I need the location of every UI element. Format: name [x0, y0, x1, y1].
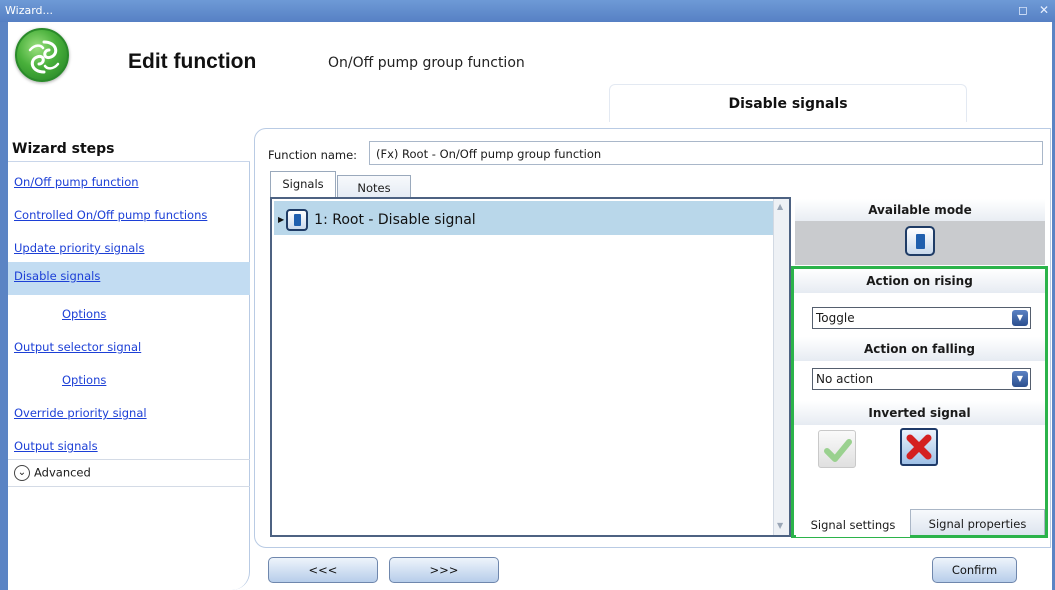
window-title: Wizard... — [5, 4, 54, 17]
step-disable-signals[interactable]: Disable signals — [8, 262, 250, 295]
dropdown-arrow-icon[interactable]: ▼ — [1012, 310, 1028, 326]
signals-list: ▶ 1: Root - Disable signal ▲ ▼ — [270, 197, 791, 537]
logo-icon — [15, 28, 69, 82]
tab-signal-settings[interactable]: Signal settings — [796, 511, 910, 537]
chevron-down-icon[interactable]: ⌄ — [14, 465, 30, 481]
step-output-selector-options[interactable]: Options — [8, 366, 250, 399]
advanced-toggle[interactable]: ⌄ Advanced — [8, 459, 250, 487]
signal-label: 1: Root - Disable signal — [314, 212, 476, 228]
close-icon[interactable]: ✕ — [1039, 3, 1049, 17]
step-link[interactable]: Options — [62, 373, 106, 387]
signal-settings-panel: Action on rising Toggle ▼ Action on fall… — [791, 266, 1048, 538]
action-on-rising-value: Toggle — [816, 311, 855, 325]
step-onoff-pump-function[interactable]: On/Off pump function — [8, 168, 250, 201]
action-on-falling-heading: Action on falling — [794, 337, 1045, 361]
tab-signals[interactable]: Signals — [270, 171, 336, 197]
cross-icon[interactable] — [900, 428, 938, 466]
action-on-falling-select[interactable]: No action ▼ — [812, 368, 1031, 390]
function-name-label: Function name: — [268, 148, 358, 162]
step-link[interactable]: Update priority signals — [14, 241, 144, 255]
step-link[interactable]: Output signals — [14, 439, 98, 453]
wizard-steps-panel: Wizard steps On/Off pump function Contro… — [8, 138, 250, 590]
row-expand-icon[interactable]: ▶ — [278, 215, 284, 224]
step-link[interactable]: On/Off pump function — [14, 175, 139, 189]
scroll-up-icon[interactable]: ▲ — [777, 202, 783, 211]
step-link[interactable]: Options — [62, 307, 106, 321]
current-step-tab: Disable signals — [609, 84, 967, 122]
step-link[interactable]: Controlled On/Off pump functions — [14, 208, 207, 222]
check-icon[interactable] — [818, 430, 856, 468]
dropdown-arrow-icon[interactable]: ▼ — [1012, 371, 1028, 387]
action-on-falling-value: No action — [816, 372, 874, 386]
scroll-down-icon[interactable]: ▼ — [777, 521, 783, 530]
advanced-label: Advanced — [34, 465, 91, 480]
next-button[interactable]: >>> — [389, 557, 499, 583]
window-title-bar: Wizard... ◻ ✕ — [0, 0, 1055, 22]
step-output-selector-signal[interactable]: Output selector signal — [8, 333, 250, 366]
function-name-input[interactable]: (Fx) Root - On/Off pump group function — [369, 141, 1043, 165]
page-title: Edit function — [128, 50, 257, 73]
confirm-button[interactable]: Confirm — [932, 557, 1017, 583]
tab-signal-properties[interactable]: Signal properties — [910, 509, 1045, 535]
action-on-rising-heading: Action on rising — [794, 269, 1045, 293]
signal-switch-icon — [286, 209, 309, 231]
action-on-rising-select[interactable]: Toggle ▼ — [812, 307, 1031, 329]
page-subtitle: On/Off pump group function — [328, 55, 525, 71]
step-link[interactable]: Output selector signal — [14, 340, 141, 354]
previous-button[interactable]: <<< — [268, 557, 378, 583]
step-override-priority-signal[interactable]: Override priority signal — [8, 399, 250, 432]
inverted-signal-heading: Inverted signal — [794, 401, 1045, 425]
list-scrollbar[interactable]: ▲ ▼ — [773, 199, 789, 535]
wizard-steps-heading: Wizard steps — [8, 138, 250, 162]
step-controlled-pump-functions[interactable]: Controlled On/Off pump functions — [8, 201, 250, 234]
signal-switch-icon[interactable] — [905, 226, 935, 256]
step-link[interactable]: Disable signals — [14, 269, 100, 283]
step-link[interactable]: Override priority signal — [14, 406, 147, 420]
restore-icon[interactable]: ◻ — [1018, 3, 1028, 17]
available-mode-heading: Available mode — [795, 199, 1045, 221]
list-item[interactable]: ▶ 1: Root - Disable signal — [274, 201, 774, 235]
step-disable-options[interactable]: Options — [8, 300, 250, 333]
